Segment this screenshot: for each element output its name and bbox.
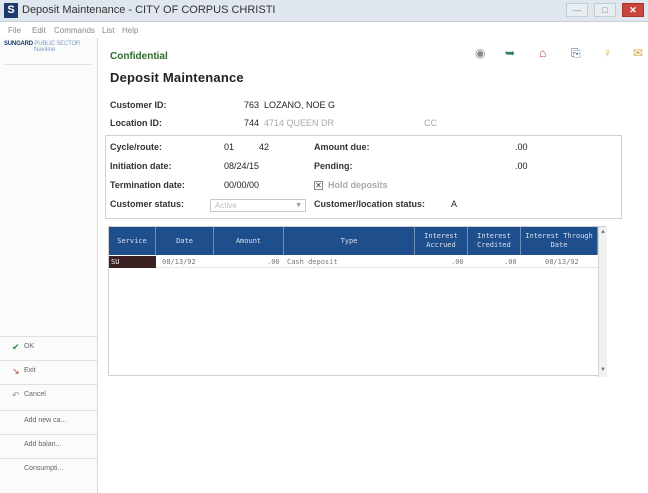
logo-brand: SUNGARD: [4, 41, 33, 47]
home-icon[interactable]: ⌂: [539, 46, 546, 60]
cell-interest-through-date: 08/13/92: [545, 258, 579, 266]
add-balance-button-label: Add balan...: [24, 441, 62, 448]
termination-date-value: 00/00/00: [224, 180, 260, 190]
add-new-button[interactable]: Add new ca...: [0, 410, 97, 430]
refresh-arrow-icon[interactable]: ➥: [505, 46, 515, 60]
cycle-value: 01: [224, 142, 235, 152]
confidential-label: Confidential: [110, 51, 168, 62]
cell-interest-accrued: .00: [451, 258, 464, 266]
deposits-grid: Service Date Amount Type Interest Accrue…: [108, 226, 607, 377]
cell-date: 08/13/92: [162, 258, 196, 266]
cell-type: Cash deposit: [287, 258, 338, 266]
cust-loc-status-value: A: [451, 199, 458, 209]
main-panel: ◉ ➥ ⌂ ⎘ ♀ ✉ Confidential Deposit Mainten…: [99, 38, 648, 493]
menu-help[interactable]: Help: [122, 26, 138, 35]
help-globe-icon[interactable]: ◉: [475, 46, 485, 60]
check-icon: ✔: [12, 342, 20, 352]
customer-name: LOZANO, NOE G: [264, 100, 336, 110]
customer-id-value: 763: [244, 100, 260, 110]
lightbulb-icon[interactable]: ♀: [603, 46, 612, 60]
logo-divider: [4, 64, 92, 65]
menu-file[interactable]: File: [8, 26, 21, 35]
location-suffix: CC: [424, 118, 437, 128]
menu-edit[interactable]: Edit: [32, 26, 46, 35]
initiation-date-label: Initiation date:: [110, 161, 172, 171]
route-value: 42: [259, 142, 270, 152]
title-bar: S Deposit Maintenance - CITY OF CORPUS C…: [0, 0, 648, 22]
grid-scrollbar[interactable]: ▲ ▼: [598, 227, 607, 377]
column-header-service[interactable]: Service: [109, 227, 156, 255]
exit-icon: ↘: [12, 366, 20, 376]
grid-header: Service Date Amount Type Interest Accrue…: [109, 227, 607, 255]
document-arrow-icon[interactable]: ⎘: [571, 46, 581, 61]
customer-status-value: Active: [215, 201, 237, 210]
customer-status-select[interactable]: Active ▼: [210, 199, 306, 212]
sungard-logo: SUNGARD PUBLIC SECTOR Naviline: [4, 41, 94, 53]
menu-commands[interactable]: Commands: [54, 26, 95, 35]
cycle-route-label: Cycle/route:: [110, 142, 163, 152]
amount-due-label: Amount due:: [314, 142, 370, 152]
location-id-label: Location ID:: [110, 118, 162, 128]
table-row[interactable]: SU 08/13/92 .00 Cash deposit .00 .00 08/…: [109, 256, 607, 268]
maximize-button[interactable]: □: [594, 3, 616, 17]
cancel-button-label: Cancel: [24, 391, 46, 398]
amount-due-value: .00: [515, 142, 528, 152]
chevron-down-icon: ▼: [295, 202, 302, 209]
column-header-interest-accrued[interactable]: Interest Accrued: [415, 227, 468, 255]
exit-button[interactable]: ↘ Exit: [0, 360, 97, 380]
window-title: Deposit Maintenance - CITY OF CORPUS CHR…: [22, 4, 276, 16]
initiation-date-value: 08/24/15: [224, 161, 260, 171]
add-new-button-label: Add new ca...: [24, 417, 67, 424]
customer-status-label: Customer status:: [110, 199, 185, 209]
termination-date-label: Termination date:: [110, 180, 185, 190]
cust-loc-status-label: Customer/location status:: [314, 199, 426, 209]
minimize-button[interactable]: —: [566, 3, 588, 17]
cell-amount: .00: [267, 258, 280, 266]
consumption-button-label: Consumpti...: [24, 465, 64, 472]
column-header-date[interactable]: Date: [156, 227, 214, 255]
pending-value: .00: [515, 161, 528, 171]
sidebar: SUNGARD PUBLIC SECTOR Naviline ✔ OK ↘ Ex…: [0, 38, 98, 493]
column-header-interest-through-date[interactable]: Interest Through Date: [521, 227, 598, 255]
customer-id-label: Customer ID:: [110, 100, 167, 110]
ok-button-label: OK: [24, 343, 35, 350]
hold-deposits-label: Hold deposits: [328, 180, 388, 190]
location-address: 4714 QUEEN DR: [264, 118, 335, 128]
column-header-interest-credited[interactable]: Interest Credited: [468, 227, 521, 255]
app-icon: S: [4, 3, 18, 18]
close-button[interactable]: ✕: [622, 3, 644, 17]
cancel-icon: ↶: [12, 390, 20, 400]
ok-button[interactable]: ✔ OK: [0, 336, 97, 356]
logo-product: Naviline: [34, 47, 56, 53]
menu-list[interactable]: List: [102, 26, 114, 35]
cell-service[interactable]: SU: [109, 256, 156, 268]
scroll-up-icon[interactable]: ▲: [599, 229, 607, 235]
hold-deposits-checkbox[interactable]: ✕: [314, 181, 323, 190]
cancel-button[interactable]: ↶ Cancel: [0, 384, 97, 404]
column-header-type[interactable]: Type: [284, 227, 415, 255]
pending-label: Pending:: [314, 161, 353, 171]
cell-interest-credited: .00: [504, 258, 517, 266]
details-box: Cycle/route: 01 42 Initiation date: 08/2…: [105, 135, 622, 219]
column-header-amount[interactable]: Amount: [214, 227, 284, 255]
exit-button-label: Exit: [24, 367, 36, 374]
location-id-value: 744: [244, 118, 260, 128]
menu-bar: File Edit Commands List Help: [0, 23, 648, 37]
mail-icon[interactable]: ✉: [633, 46, 643, 60]
page-title: Deposit Maintenance: [110, 70, 244, 85]
add-balance-button[interactable]: Add balan...: [0, 434, 97, 454]
scroll-down-icon[interactable]: ▼: [599, 367, 607, 373]
consumption-button[interactable]: Consumpti...: [0, 458, 97, 478]
